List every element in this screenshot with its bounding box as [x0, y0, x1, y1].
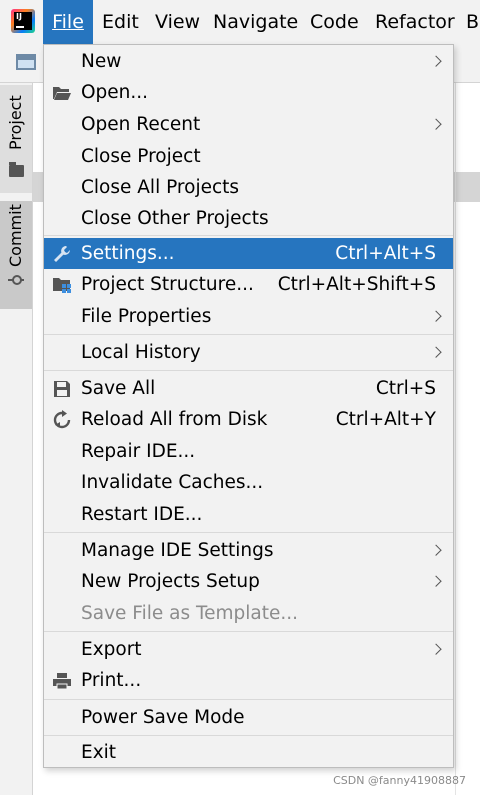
project-tool-window-label: Project [6, 95, 25, 151]
save-icon [54, 380, 70, 397]
menu-navigate[interactable]: Navigate [213, 0, 298, 44]
menu-item-settings[interactable]: Settings... Ctrl+Alt+S [44, 238, 453, 269]
menu-item-close-other-projects[interactable]: Close Other Projects [44, 203, 453, 234]
menu-item-repair-ide[interactable]: Repair IDE... [44, 436, 453, 467]
menu-view-label: View [155, 11, 201, 33]
menu-item-restart-ide-label: Restart IDE... [81, 504, 203, 525]
submenu-arrow-icon [430, 575, 442, 587]
project-tool-window-button[interactable]: Project [0, 85, 32, 193]
commit-tool-window-label: Commit [6, 204, 25, 267]
menu-separator [44, 370, 453, 371]
menu-item-invalidate-caches[interactable]: Invalidate Caches... [44, 467, 453, 499]
submenu-arrow-icon [430, 55, 442, 67]
wrench-icon [54, 245, 70, 262]
menu-item-power-save-mode[interactable]: Power Save Mode [44, 702, 453, 733]
menu-item-local-history[interactable]: Local History [44, 337, 453, 368]
menu-item-save-all-label: Save All [81, 378, 156, 399]
commit-icon [8, 275, 24, 285]
submenu-arrow-icon [430, 544, 442, 556]
menu-item-manage-ide-settings[interactable]: Manage IDE Settings [44, 535, 453, 566]
folder-icon [9, 162, 24, 177]
menu-build-label: Bu [466, 11, 480, 33]
menu-separator [44, 631, 453, 632]
left-tool-window-strip: Project Commit [0, 83, 33, 795]
menu-item-repair-ide-label: Repair IDE... [81, 441, 196, 462]
main-menu-bar: IJ File Edit View Navigate Code Refactor… [0, 0, 480, 45]
submenu-arrow-icon [430, 118, 442, 130]
submenu-arrow-icon [430, 346, 442, 358]
menu-item-exit[interactable]: Exit [44, 738, 453, 768]
menu-item-reload-all-shortcut: Ctrl+Alt+Y [335, 409, 436, 430]
commit-tool-window-button[interactable]: Commit [0, 201, 32, 309]
folder-open-icon [53, 87, 71, 100]
menu-view[interactable]: View [155, 0, 200, 44]
reload-icon [53, 410, 71, 429]
menu-item-new-projects-setup-label: New Projects Setup [81, 571, 260, 592]
project-view-icon[interactable] [16, 54, 36, 70]
menu-build[interactable]: Bu [466, 0, 480, 44]
menu-navigate-label: Navigate [213, 11, 299, 33]
menu-item-save-file-as-template: Save File as Template... [44, 598, 453, 629]
menu-item-exit-label: Exit [81, 742, 117, 763]
menu-file[interactable]: File [43, 0, 93, 44]
menu-item-manage-ide-settings-label: Manage IDE Settings [81, 540, 274, 561]
menu-item-project-structure-label: Project Structure... [81, 274, 254, 295]
editor-divider [455, 83, 456, 795]
watermark: CSDN @fanny41908887 [333, 774, 466, 787]
menu-item-close-project[interactable]: Close Project [44, 141, 453, 172]
menu-item-open-recent[interactable]: Open Recent [44, 109, 453, 141]
menu-item-settings-shortcut: Ctrl+Alt+S [335, 243, 436, 264]
submenu-arrow-icon [430, 310, 442, 322]
menu-separator [44, 334, 453, 335]
menu-code[interactable]: Code [310, 0, 359, 44]
printer-icon [53, 673, 71, 690]
menu-item-close-all-projects[interactable]: Close All Projects [44, 172, 453, 203]
menu-item-settings-label: Settings... [81, 243, 175, 264]
menu-item-file-properties[interactable]: File Properties [44, 301, 453, 332]
menu-separator [44, 735, 453, 736]
menu-item-save-all-shortcut: Ctrl+S [375, 378, 436, 399]
menu-item-save-all[interactable]: Save All Ctrl+S [44, 373, 453, 404]
menu-separator [44, 235, 453, 236]
menu-item-open[interactable]: Open... [44, 77, 453, 109]
menu-item-reload-all[interactable]: Reload All from Disk Ctrl+Alt+Y [44, 404, 453, 436]
menu-file-label: File [52, 11, 84, 33]
project-structure-icon [53, 278, 71, 293]
intellij-logo-icon: IJ [11, 9, 35, 33]
menu-item-project-structure-shortcut: Ctrl+Alt+Shift+S [277, 274, 436, 295]
menu-refactor-label: Refactor [375, 11, 455, 33]
menu-item-close-project-label: Close Project [81, 146, 201, 167]
menu-item-open-label: Open... [81, 82, 149, 103]
menu-item-local-history-label: Local History [81, 342, 201, 363]
menu-separator [44, 532, 453, 533]
menu-item-new[interactable]: New [44, 47, 453, 77]
menu-item-new-label: New [81, 51, 122, 72]
menu-item-print-label: Print... [81, 670, 142, 691]
menu-item-print[interactable]: Print... [44, 665, 453, 697]
menu-item-project-structure[interactable]: Project Structure... Ctrl+Alt+Shift+S [44, 269, 453, 301]
menu-item-restart-ide[interactable]: Restart IDE... [44, 499, 453, 530]
menu-item-reload-all-label: Reload All from Disk [81, 409, 268, 430]
menu-item-close-other-projects-label: Close Other Projects [81, 208, 269, 229]
menu-item-new-projects-setup[interactable]: New Projects Setup [44, 566, 453, 598]
menu-item-save-file-as-template-label: Save File as Template... [81, 603, 299, 624]
menu-item-export[interactable]: Export [44, 634, 453, 665]
menu-edit[interactable]: Edit [102, 0, 139, 44]
menu-item-open-recent-label: Open Recent [81, 114, 201, 135]
submenu-arrow-icon [430, 643, 442, 655]
menu-item-close-all-projects-label: Close All Projects [81, 177, 240, 198]
menu-edit-label: Edit [102, 11, 139, 33]
menu-item-export-label: Export [81, 639, 142, 660]
menu-refactor[interactable]: Refactor [375, 0, 455, 44]
menu-item-power-save-mode-label: Power Save Mode [81, 707, 245, 728]
menu-item-invalidate-caches-label: Invalidate Caches... [81, 472, 264, 493]
menu-separator [44, 699, 453, 700]
menu-item-file-properties-label: File Properties [81, 306, 212, 327]
file-menu-dropdown: New Open... Open Recent Close Project Cl… [43, 44, 454, 768]
menu-code-label: Code [310, 11, 359, 33]
